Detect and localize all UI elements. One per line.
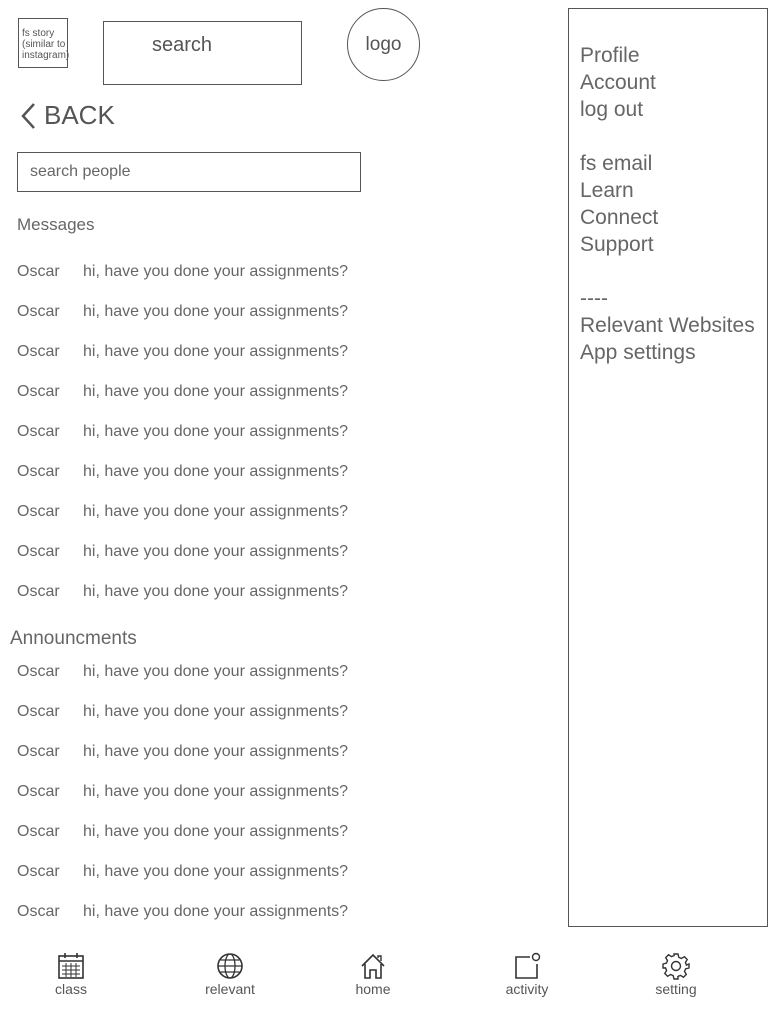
message-row[interactable]: Oscar hi, have you done your assignments? [17, 663, 348, 687]
side-menu-item[interactable]: Connect [580, 204, 658, 231]
side-menu-item[interactable]: Profile [580, 42, 640, 69]
back-button[interactable]: BACK [20, 100, 115, 131]
side-menu-item[interactable]: Relevant Websites [580, 312, 755, 339]
message-sender: Oscar [17, 743, 60, 760]
message-row[interactable]: Oscar hi, have you done your assignments? [17, 703, 348, 727]
nav-relevant[interactable]: relevant [185, 952, 275, 997]
message-sender: Oscar [17, 423, 60, 440]
back-label: BACK [44, 100, 115, 130]
message-text: hi, have you done your assignments? [83, 703, 349, 720]
logo: logo [347, 8, 420, 81]
side-menu-item[interactable]: log out [580, 96, 643, 123]
message-row[interactable]: Oscar hi, have you done your assignments? [17, 463, 348, 487]
calendar-icon [58, 953, 84, 979]
message-text: hi, have you done your assignments? [83, 583, 349, 600]
gear-icon [662, 953, 690, 980]
message-row[interactable]: Oscar hi, have you done your assignments? [17, 823, 348, 847]
logo-label: logo [365, 33, 402, 55]
side-menu-item[interactable]: Account [580, 69, 656, 96]
nav-activity-label: activity [505, 981, 549, 997]
globe-icon [217, 953, 243, 979]
side-menu-item[interactable]: Support [580, 231, 654, 258]
message-sender: Oscar [17, 263, 60, 280]
announcements-title: Announcments [10, 628, 137, 649]
message-sender: Oscar [17, 663, 60, 680]
message-sender: Oscar [17, 383, 60, 400]
notification-icon [515, 952, 541, 979]
message-sender: Oscar [17, 863, 60, 880]
message-text: hi, have you done your assignments? [83, 863, 349, 880]
message-sender: Oscar [17, 463, 60, 480]
message-row[interactable]: Oscar hi, have you done your assignments? [17, 863, 348, 887]
side-menu-panel [568, 8, 768, 927]
nav-relevant-label: relevant [205, 981, 255, 997]
message-text: hi, have you done your assignments? [83, 743, 349, 760]
home-icon [361, 953, 385, 979]
side-menu-item[interactable]: Learn [580, 177, 634, 204]
message-row[interactable]: Oscar hi, have you done your assignments? [17, 303, 348, 327]
message-row[interactable]: Oscar hi, have you done your assignments? [17, 343, 348, 367]
message-row[interactable]: Oscar hi, have you done your assignments? [17, 783, 348, 807]
message-row[interactable]: Oscar hi, have you done your assignments? [17, 383, 348, 407]
story-label: fs story (similar to instagram) [22, 28, 70, 61]
search-label: search [152, 34, 213, 56]
message-sender: Oscar [17, 783, 60, 800]
message-text: hi, have you done your assignments? [83, 503, 349, 520]
message-text: hi, have you done your assignments? [83, 463, 349, 480]
nav-setting-label: setting [655, 981, 697, 997]
message-text: hi, have you done your assignments? [83, 783, 349, 800]
message-text: hi, have you done your assignments? [83, 383, 349, 400]
message-sender: Oscar [17, 503, 60, 520]
side-menu-item[interactable]: fs email [580, 150, 652, 177]
message-row[interactable]: Oscar hi, have you done your assignments? [17, 263, 348, 287]
message-row[interactable]: Oscar hi, have you done your assignments? [17, 543, 348, 567]
side-menu-divider: ---- [580, 287, 608, 310]
message-row[interactable]: Oscar hi, have you done your assignments? [17, 503, 348, 527]
message-sender: Oscar [17, 823, 60, 840]
nav-setting[interactable]: setting [631, 952, 721, 997]
message-row[interactable]: Oscar hi, have you done your assignments? [17, 423, 348, 447]
message-text: hi, have you done your assignments? [83, 303, 349, 320]
nav-home[interactable]: home [328, 952, 418, 997]
search-people-input[interactable] [17, 152, 361, 192]
message-row[interactable]: Oscar hi, have you done your assignments? [17, 583, 348, 607]
message-text: hi, have you done your assignments? [83, 903, 349, 920]
message-row[interactable]: Oscar hi, have you done your assignments? [17, 903, 348, 927]
message-text: hi, have you done your assignments? [83, 663, 349, 680]
nav-class-label: class [55, 981, 87, 997]
search-box[interactable]: search [103, 21, 302, 85]
message-sender: Oscar [17, 583, 60, 600]
messages-title: Messages [17, 215, 95, 234]
side-menu-item[interactable]: App settings [580, 339, 696, 366]
message-sender: Oscar [17, 703, 60, 720]
message-sender: Oscar [17, 343, 60, 360]
chevron-left-icon [21, 102, 35, 129]
nav-activity[interactable]: activity [482, 952, 572, 997]
message-text: hi, have you done your assignments? [83, 343, 349, 360]
story-box[interactable]: fs story (similar to instagram) [18, 18, 70, 68]
message-sender: Oscar [17, 543, 60, 560]
message-row[interactable]: Oscar hi, have you done your assignments? [17, 743, 348, 767]
message-text: hi, have you done your assignments? [83, 823, 349, 840]
message-text: hi, have you done your assignments? [83, 423, 349, 440]
nav-home-label: home [355, 981, 391, 997]
message-sender: Oscar [17, 303, 60, 320]
message-text: hi, have you done your assignments? [83, 263, 349, 280]
message-sender: Oscar [17, 903, 60, 920]
message-text: hi, have you done your assignments? [83, 543, 349, 560]
nav-class[interactable]: class [26, 952, 116, 997]
